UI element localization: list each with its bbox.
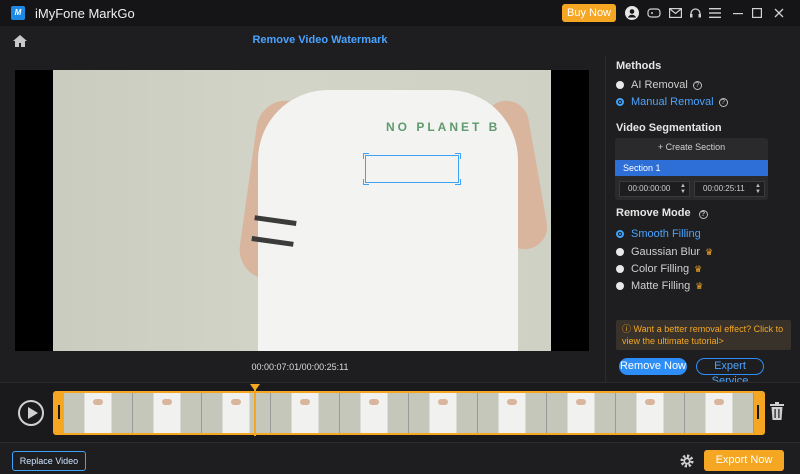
info-icon: ⓘ <box>622 324 634 334</box>
timeline-track[interactable] <box>53 391 765 435</box>
method-ai-removal[interactable]: AI Removal ? <box>616 79 702 91</box>
title-bar: M iMyFone MarkGo Buy Now <box>0 0 800 26</box>
timeline-thumbnail <box>547 393 616 433</box>
mail-icon[interactable] <box>667 5 683 21</box>
segmentation-title: Video Segmentation <box>616 122 722 134</box>
segmentation-box: + Create Section Section 1 00:00:00:00 ▲… <box>615 138 768 200</box>
close-icon[interactable] <box>771 5 787 21</box>
crown-icon: ♛ <box>705 246 714 257</box>
start-time-value: 00:00:00:00 <box>628 184 671 193</box>
mode-label: Smooth Filling <box>631 228 701 240</box>
timeline-start-handle[interactable] <box>55 393 64 433</box>
app-window: M iMyFone MarkGo Buy Now Remove Video Wa… <box>0 0 800 474</box>
section-end-time-input[interactable]: 00:00:25:11 ▲ ▼ <box>694 181 765 197</box>
video-preview[interactable]: NO PLANET B <box>15 70 589 351</box>
expert-service-button[interactable]: Expert Service <box>696 358 764 387</box>
stepper-icon[interactable]: ▲ ▼ <box>755 183 761 195</box>
radio-icon <box>616 248 624 256</box>
help-icon[interactable]: ? <box>692 80 702 90</box>
mode-gaussian-blur[interactable]: Gaussian Blur ♛ <box>616 246 713 258</box>
timeline-thumbnail <box>202 393 271 433</box>
method-manual-removal[interactable]: Manual Removal ? <box>616 96 728 108</box>
method-label: Manual Removal <box>631 96 714 108</box>
mode-label: Gaussian Blur <box>631 246 701 258</box>
timeline-thumbnail <box>685 393 754 433</box>
shirt-print-text: NO PLANET B <box>386 120 501 134</box>
home-icon[interactable] <box>11 32 29 50</box>
sub-header: Remove Video Watermark <box>0 26 800 56</box>
help-icon[interactable]: ? <box>718 97 728 107</box>
radio-icon <box>616 265 624 273</box>
selection-handle-bottom-right[interactable] <box>455 179 461 185</box>
settings-panel: Methods AI Removal ? Manual Removal ? Vi… <box>605 56 800 387</box>
trash-icon[interactable] <box>770 402 784 420</box>
crown-icon: ♛ <box>694 263 703 274</box>
timeline-thumbnail <box>133 393 202 433</box>
app-title: iMyFone MarkGo <box>35 6 135 21</box>
video-frame: NO PLANET B <box>53 70 551 351</box>
gear-icon[interactable] <box>679 453 695 469</box>
remove-mode-label: Remove Mode <box>616 207 691 219</box>
remove-now-button[interactable]: Remove Now <box>619 358 687 375</box>
video-timecode: 00:00:07:01/00:00:25:11 <box>251 362 349 372</box>
timeline-thumbnail <box>478 393 547 433</box>
selection-handle-top-left[interactable] <box>363 153 369 159</box>
timeline-thumbnail <box>616 393 685 433</box>
menu-icon[interactable] <box>707 5 723 21</box>
replace-video-button[interactable]: Replace Video <box>12 451 86 471</box>
radio-icon <box>616 81 624 89</box>
gamepad-icon[interactable] <box>646 5 662 21</box>
section-item[interactable]: Section 1 <box>615 160 768 176</box>
maximize-icon[interactable] <box>749 5 765 21</box>
crown-icon: ♛ <box>695 280 704 291</box>
tip-text: Want a better removal effect? Click to v… <box>622 324 784 346</box>
radio-selected-icon <box>616 98 624 106</box>
account-icon[interactable] <box>624 5 640 21</box>
selection-handle-top-right[interactable] <box>455 153 461 159</box>
radio-selected-icon <box>616 230 624 238</box>
mode-matte-filling[interactable]: Matte Filling ♛ <box>616 280 703 292</box>
page-title: Remove Video Watermark <box>252 34 388 46</box>
selection-handle-bottom-left[interactable] <box>363 179 369 185</box>
buy-now-button[interactable]: Buy Now <box>562 4 616 22</box>
remove-mode-title: Remove Mode ? <box>616 207 708 219</box>
watermark-selection-box[interactable] <box>363 153 461 185</box>
app-logo-icon: M <box>11 6 25 20</box>
help-icon[interactable]: ? <box>698 210 708 219</box>
radio-icon <box>616 282 624 290</box>
minimize-icon[interactable] <box>730 5 746 21</box>
section-start-time-input[interactable]: 00:00:00:00 ▲ ▼ <box>619 181 690 197</box>
timeline-thumbnail <box>340 393 409 433</box>
mode-label: Color Filling <box>631 263 690 275</box>
end-time-value: 00:00:25:11 <box>703 184 745 193</box>
tutorial-tip-link[interactable]: ⓘ Want a better removal effect? Click to… <box>616 320 791 350</box>
support-headset-icon[interactable] <box>687 5 703 21</box>
playhead-marker-icon[interactable] <box>250 384 260 391</box>
mode-smooth-filling[interactable]: Smooth Filling <box>616 228 701 240</box>
playhead[interactable] <box>254 386 256 436</box>
stepper-icon[interactable]: ▲ ▼ <box>680 183 686 195</box>
bottom-bar: Replace Video Export Now <box>0 442 800 474</box>
create-section-button[interactable]: + Create Section <box>615 142 768 152</box>
methods-title: Methods <box>616 60 662 72</box>
method-label: AI Removal <box>631 79 688 91</box>
export-now-button[interactable]: Export Now <box>704 450 784 471</box>
timeline-thumbnail <box>271 393 340 433</box>
play-icon[interactable] <box>18 400 44 426</box>
timeline-thumbnail <box>409 393 478 433</box>
timeline-area <box>0 382 800 442</box>
timeline-thumbnail <box>64 393 133 433</box>
mode-label: Matte Filling <box>631 280 691 292</box>
mode-color-filling[interactable]: Color Filling ♛ <box>616 263 702 275</box>
timeline-thumbnails <box>64 393 754 433</box>
timeline-end-handle[interactable] <box>754 393 763 433</box>
